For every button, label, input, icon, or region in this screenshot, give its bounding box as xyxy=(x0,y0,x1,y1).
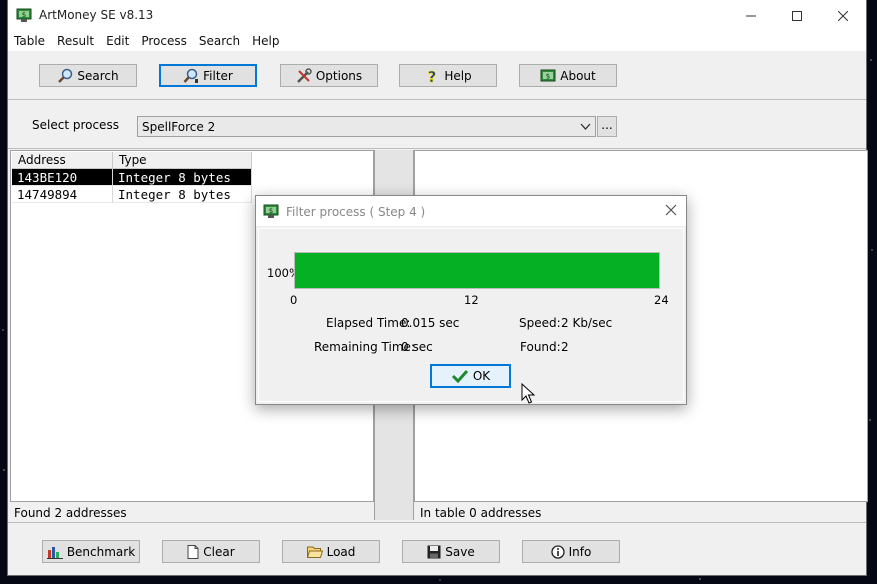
blank-page-icon xyxy=(187,544,199,559)
svg-text:$: $ xyxy=(269,207,273,215)
elapsed-time-label: Elapsed Time: xyxy=(326,316,411,330)
address-cell[interactable]: 14749894 xyxy=(12,186,113,203)
close-icon[interactable] xyxy=(664,203,678,217)
ok-button-label: OK xyxy=(472,369,491,383)
bottom-toolbar: Benchmark Clear Load Save Info xyxy=(8,522,866,577)
benchmark-button[interactable]: Benchmark xyxy=(42,540,140,563)
bar-chart-icon xyxy=(46,546,63,559)
toolbar: Search Filter Options ? Help $ About xyxy=(8,52,866,100)
speed-label: Speed: xyxy=(519,316,561,330)
app-icon: $ xyxy=(16,8,32,22)
remaining-time-label: Remaining Time: xyxy=(314,340,415,354)
found-label: Found: xyxy=(520,340,561,354)
svg-text:$: $ xyxy=(546,72,550,80)
checkmark-icon xyxy=(451,369,468,383)
dialog-title-bar[interactable]: $ Filter process ( Step 4 ) xyxy=(256,196,686,226)
menu-search[interactable]: Search xyxy=(193,31,246,51)
filter-magnifier-icon xyxy=(183,68,199,83)
search-button-label: Search xyxy=(77,68,119,83)
filter-button[interactable]: Filter xyxy=(159,64,257,87)
open-folder-icon xyxy=(306,546,323,558)
filter-process-dialog: $ Filter process ( Step 4 ) 100% 0 12 24… xyxy=(255,195,687,405)
menu-result[interactable]: Result xyxy=(51,31,100,51)
save-button-label: Save xyxy=(445,544,475,559)
ok-button[interactable]: OK xyxy=(430,364,511,388)
progress-tick-mid: 12 xyxy=(464,293,479,307)
about-button[interactable]: $ About xyxy=(519,64,617,87)
magnifier-icon xyxy=(58,68,73,83)
info-window-icon: $ xyxy=(540,69,556,81)
column-header-type[interactable]: Type xyxy=(113,152,252,169)
menu-help[interactable]: Help xyxy=(246,31,285,51)
progress-bar xyxy=(294,252,660,289)
browse-process-button[interactable]: ... xyxy=(597,116,617,137)
info-button-label: Info xyxy=(568,544,592,559)
close-icon xyxy=(838,10,848,21)
app-icon: $ xyxy=(263,204,279,218)
options-button[interactable]: Options xyxy=(280,64,378,87)
table-status: In table 0 addresses xyxy=(420,506,542,520)
chevron-down-icon xyxy=(580,123,591,130)
help-button-label: Help xyxy=(444,68,472,83)
maximize-icon xyxy=(792,10,802,21)
info-button[interactable]: Info xyxy=(522,540,620,563)
about-button-label: About xyxy=(560,68,596,83)
help-button[interactable]: ? Help xyxy=(399,64,497,87)
minimize-icon xyxy=(746,15,756,16)
process-combobox-value: SpellForce 2 xyxy=(142,120,216,134)
select-process-label: Select process xyxy=(32,118,119,132)
search-button[interactable]: Search xyxy=(39,64,137,87)
menu-bar: Table Result Edit Process Search Help xyxy=(8,31,866,51)
dialog-title: Filter process ( Step 4 ) xyxy=(286,205,426,219)
floppy-disk-icon xyxy=(427,545,441,558)
elapsed-time-value: 0.015 sec xyxy=(401,316,460,330)
menu-table[interactable]: Table xyxy=(8,31,51,51)
address-cell[interactable]: 143BE120 xyxy=(12,169,113,186)
mouse-cursor-icon xyxy=(521,383,535,404)
process-selector-row: Select process SpellForce 2 ... xyxy=(8,101,866,149)
type-cell[interactable]: Integer 8 bytes xyxy=(113,186,252,203)
progress-tick-start: 0 xyxy=(290,293,298,307)
svg-text:$: $ xyxy=(22,11,26,19)
type-cell[interactable]: Integer 8 bytes xyxy=(113,169,252,186)
speed-value: 2 Kb/sec xyxy=(561,316,613,330)
svg-text:?: ? xyxy=(428,68,437,84)
options-button-label: Options xyxy=(315,68,363,83)
load-button-label: Load xyxy=(326,544,356,559)
benchmark-button-label: Benchmark xyxy=(66,544,136,559)
found-value: 2 xyxy=(561,340,569,354)
menu-process[interactable]: Process xyxy=(135,31,193,51)
progress-tick-end: 24 xyxy=(654,293,669,307)
filter-button-label: Filter xyxy=(203,68,233,83)
save-button[interactable]: Save xyxy=(402,540,500,563)
window-title: ArtMoney SE v8.13 xyxy=(39,8,154,22)
title-bar[interactable]: $ ArtMoney SE v8.13 xyxy=(8,0,866,31)
question-icon: ? xyxy=(428,68,437,84)
menu-edit[interactable]: Edit xyxy=(100,31,135,51)
minimize-button[interactable] xyxy=(728,0,774,31)
close-button[interactable] xyxy=(820,0,866,31)
column-header-address[interactable]: Address xyxy=(12,152,113,169)
found-status: Found 2 addresses xyxy=(14,506,127,520)
tools-icon xyxy=(296,67,312,83)
progress-fill xyxy=(295,253,659,288)
remaining-time-value: 0 sec xyxy=(401,340,433,354)
maximize-button[interactable] xyxy=(774,0,820,31)
clear-button-label: Clear xyxy=(203,544,235,559)
load-button[interactable]: Load xyxy=(282,540,380,563)
process-combobox[interactable]: SpellForce 2 xyxy=(137,116,596,137)
info-icon xyxy=(550,544,565,559)
clear-button[interactable]: Clear xyxy=(162,540,260,563)
